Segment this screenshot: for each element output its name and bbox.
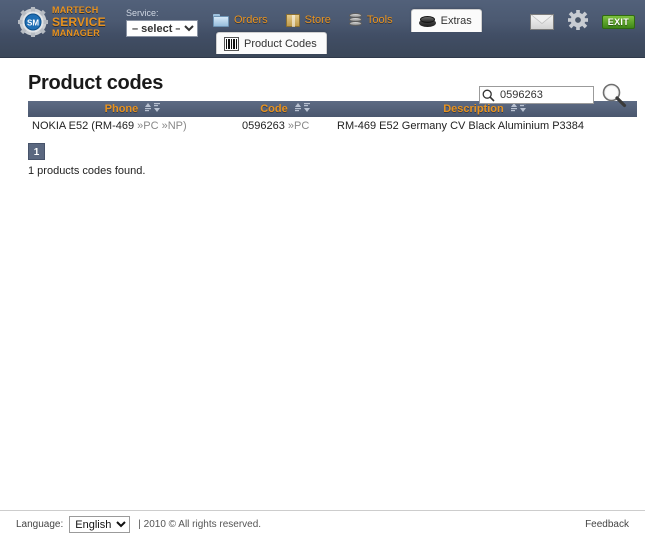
gear-icon-svg xyxy=(567,10,588,30)
feedback-link[interactable]: Feedback xyxy=(585,519,629,530)
service-selector-group: Service: – select – xyxy=(126,8,198,37)
cell-phone-name: NOKIA E52 (RM-469 xyxy=(32,120,138,132)
logo-gear-icon: SM xyxy=(18,7,48,37)
search-input[interactable] xyxy=(479,86,594,104)
cell-code-value: 0596263 xyxy=(242,120,288,132)
pagination: 1 xyxy=(28,143,627,160)
subtab-label: Product Codes xyxy=(244,37,317,50)
service-select[interactable]: – select – xyxy=(126,20,198,37)
nav-label-tools: Tools xyxy=(366,14,393,26)
mail-icon[interactable] xyxy=(529,13,554,30)
cell-phone: NOKIA E52 (RM-469 »PC »NP) xyxy=(28,117,238,135)
nav-item-tools[interactable]: Tools xyxy=(348,8,401,32)
table-body: NOKIA E52 (RM-469 »PC »NP) 0596263 »PC R… xyxy=(28,117,637,135)
barcode-icon xyxy=(224,36,239,51)
nav-item-orders[interactable]: Orders xyxy=(213,8,276,32)
database-icon xyxy=(348,13,362,27)
column-header-phone[interactable]: Phone xyxy=(28,101,238,117)
footer-left-group: Language: English | 2010 © All rights re… xyxy=(16,516,261,533)
search-icon xyxy=(482,89,495,102)
cell-code-tag-pc[interactable]: »PC xyxy=(288,120,309,132)
disc-icon xyxy=(418,15,436,27)
logo-line-3: MANAGER xyxy=(52,28,100,38)
column-label-code: Code xyxy=(260,102,288,115)
table-row[interactable]: NOKIA E52 (RM-469 »PC »NP) 0596263 »PC R… xyxy=(28,117,637,135)
logo-line-1: MARTECH xyxy=(52,5,99,15)
nav-item-store[interactable]: Store xyxy=(285,8,339,32)
svg-text:SM: SM xyxy=(27,19,39,28)
app-window: SM MARTECH SERVICE MANAGER Service: – se… xyxy=(0,0,645,538)
sort-arrows-icon xyxy=(145,103,161,113)
cell-code: 0596263 »PC xyxy=(238,117,333,135)
nav-label-extras: Extras xyxy=(440,15,472,27)
pagination-page-1[interactable]: 1 xyxy=(28,143,45,160)
logo-line-2: SERVICE xyxy=(52,15,106,29)
box-icon xyxy=(285,13,300,27)
search-button[interactable] xyxy=(601,82,627,108)
main-content: Product codes Phone xyxy=(0,72,645,177)
cell-description: RM-469 E52 Germany CV Black Aluminium P3… xyxy=(333,117,637,135)
cell-phone-tag-np[interactable]: »NP) xyxy=(162,120,187,132)
app-logo[interactable]: SM MARTECH SERVICE MANAGER xyxy=(18,4,130,40)
gear-icon[interactable] xyxy=(567,10,588,33)
nav-item-extras[interactable]: Extras xyxy=(410,9,482,32)
subtab-product-codes[interactable]: Product Codes xyxy=(216,32,327,54)
language-select[interactable]: English xyxy=(69,516,131,533)
app-header: SM MARTECH SERVICE MANAGER Service: – se… xyxy=(0,0,645,58)
search-area xyxy=(479,82,627,108)
copyright-text: | 2010 © All rights reserved. xyxy=(138,519,262,530)
header-actions: EXIT xyxy=(529,10,635,33)
main-nav: Orders Store Tools Extras xyxy=(213,8,492,32)
column-header-code[interactable]: Code xyxy=(238,101,333,117)
results-count-text: 1 products codes found. xyxy=(28,165,146,177)
app-footer: Language: English | 2010 © All rights re… xyxy=(0,510,645,538)
nav-label-orders: Orders xyxy=(234,14,268,26)
search-box xyxy=(479,86,594,104)
sort-arrows-icon xyxy=(294,103,310,113)
exit-button[interactable]: EXIT xyxy=(601,14,635,29)
sort-icon-phone[interactable] xyxy=(145,103,161,115)
search-button-icon xyxy=(602,83,627,108)
service-label: Service: xyxy=(126,8,159,18)
logo-wordmark: MARTECH SERVICE MANAGER xyxy=(52,6,106,38)
sort-icon-code[interactable] xyxy=(294,103,311,115)
nav-label-store: Store xyxy=(304,14,331,26)
column-label-phone: Phone xyxy=(104,102,139,115)
language-label: Language: xyxy=(16,519,64,530)
folder-icon xyxy=(213,13,229,27)
cell-phone-tag-pc[interactable]: »PC xyxy=(137,120,161,132)
